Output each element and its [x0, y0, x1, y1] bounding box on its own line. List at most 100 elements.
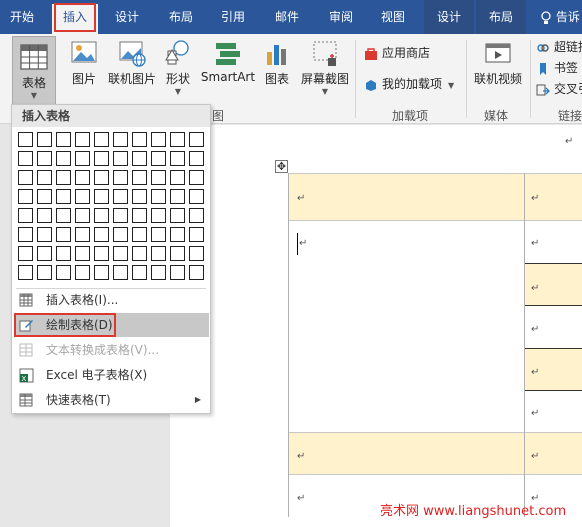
- grid-cell[interactable]: [113, 227, 128, 242]
- grid-cell[interactable]: [94, 208, 109, 223]
- grid-cell[interactable]: [75, 189, 90, 204]
- menu-item-excel-spreadsheet[interactable]: X Excel 电子表格(X): [14, 363, 209, 387]
- picture-button[interactable]: 图片: [66, 38, 102, 87]
- grid-cell[interactable]: [37, 208, 52, 223]
- online-picture-button[interactable]: 联机图片: [106, 38, 158, 87]
- hyperlink-button[interactable]: 超链接: [536, 37, 582, 57]
- grid-cell[interactable]: [56, 246, 71, 261]
- grid-cell[interactable]: [75, 208, 90, 223]
- screenshot-button[interactable]: 屏幕截图 ▼: [298, 38, 352, 96]
- document-table[interactable]: [288, 173, 582, 517]
- grid-cell[interactable]: [37, 189, 52, 204]
- menu-item-quick-tables[interactable]: 快速表格(T) ▶: [14, 388, 209, 412]
- grid-cell[interactable]: [151, 189, 166, 204]
- grid-cell[interactable]: [189, 132, 204, 147]
- tab-table-layout[interactable]: 布局: [476, 0, 526, 34]
- grid-cell[interactable]: [132, 227, 147, 242]
- grid-cell[interactable]: [75, 170, 90, 185]
- grid-cell[interactable]: [170, 132, 185, 147]
- grid-cell[interactable]: [189, 151, 204, 166]
- grid-cell[interactable]: [56, 227, 71, 242]
- grid-cell[interactable]: [170, 170, 185, 185]
- my-addins-button[interactable]: 我的加载项 ▼: [364, 74, 454, 94]
- grid-cell[interactable]: [151, 208, 166, 223]
- grid-cell[interactable]: [94, 246, 109, 261]
- grid-cell[interactable]: [132, 189, 147, 204]
- grid-cell[interactable]: [75, 151, 90, 166]
- grid-cell[interactable]: [170, 246, 185, 261]
- tab-insert[interactable]: 插入: [52, 3, 98, 34]
- grid-cell[interactable]: [18, 132, 33, 147]
- grid-cell[interactable]: [94, 132, 109, 147]
- grid-cell[interactable]: [37, 170, 52, 185]
- grid-cell[interactable]: [37, 246, 52, 261]
- grid-cell[interactable]: [56, 151, 71, 166]
- grid-cell[interactable]: [132, 151, 147, 166]
- grid-cell[interactable]: [170, 151, 185, 166]
- grid-cell[interactable]: [18, 151, 33, 166]
- grid-cell[interactable]: [189, 189, 204, 204]
- grid-cell[interactable]: [18, 189, 33, 204]
- grid-cell[interactable]: [170, 208, 185, 223]
- grid-cell[interactable]: [189, 265, 204, 280]
- grid-cell[interactable]: [75, 227, 90, 242]
- grid-cell[interactable]: [75, 246, 90, 261]
- cross-reference-button[interactable]: 交叉引: [536, 79, 582, 99]
- grid-cell[interactable]: [37, 265, 52, 280]
- grid-cell[interactable]: [170, 265, 185, 280]
- grid-cell[interactable]: [132, 208, 147, 223]
- grid-cell[interactable]: [37, 151, 52, 166]
- grid-cell[interactable]: [94, 227, 109, 242]
- grid-cell[interactable]: [132, 170, 147, 185]
- grid-cell[interactable]: [94, 170, 109, 185]
- smartart-button[interactable]: SmartArt: [200, 38, 256, 84]
- grid-cell[interactable]: [56, 170, 71, 185]
- grid-cell[interactable]: [151, 227, 166, 242]
- tab-table-design[interactable]: 设计: [424, 0, 474, 34]
- grid-cell[interactable]: [56, 189, 71, 204]
- store-button[interactable]: 应用商店: [364, 43, 430, 63]
- table-size-grid[interactable]: [18, 132, 208, 284]
- grid-cell[interactable]: [151, 246, 166, 261]
- grid-cell[interactable]: [56, 208, 71, 223]
- tab-review[interactable]: 审阅: [318, 0, 364, 34]
- grid-cell[interactable]: [37, 227, 52, 242]
- grid-cell[interactable]: [18, 227, 33, 242]
- grid-cell[interactable]: [151, 170, 166, 185]
- grid-cell[interactable]: [151, 265, 166, 280]
- menu-item-draw-table[interactable]: 绘制表格(D): [14, 313, 209, 337]
- tab-home[interactable]: 开始: [0, 0, 44, 34]
- shapes-button[interactable]: 形状 ▼: [160, 38, 196, 96]
- grid-cell[interactable]: [18, 170, 33, 185]
- grid-cell[interactable]: [132, 265, 147, 280]
- grid-cell[interactable]: [94, 265, 109, 280]
- tab-mailings[interactable]: 邮件: [264, 0, 310, 34]
- grid-cell[interactable]: [132, 246, 147, 261]
- grid-cell[interactable]: [170, 227, 185, 242]
- grid-cell[interactable]: [94, 151, 109, 166]
- grid-cell[interactable]: [37, 132, 52, 147]
- grid-cell[interactable]: [75, 265, 90, 280]
- menu-item-insert-table[interactable]: 插入表格(I)...: [14, 288, 209, 312]
- grid-cell[interactable]: [113, 208, 128, 223]
- tab-layout[interactable]: 布局: [158, 0, 204, 34]
- tab-design[interactable]: 设计: [104, 0, 150, 34]
- grid-cell[interactable]: [18, 265, 33, 280]
- grid-cell[interactable]: [94, 189, 109, 204]
- menu-item-text-to-table[interactable]: 文本转换成表格(V)...: [14, 338, 209, 362]
- bookmark-button[interactable]: 书签: [536, 58, 578, 78]
- grid-cell[interactable]: [170, 189, 185, 204]
- grid-cell[interactable]: [189, 208, 204, 223]
- tab-view[interactable]: 视图: [370, 0, 416, 34]
- grid-cell[interactable]: [113, 151, 128, 166]
- grid-cell[interactable]: [56, 132, 71, 147]
- grid-cell[interactable]: [113, 189, 128, 204]
- tab-references[interactable]: 引用: [210, 0, 256, 34]
- chart-button[interactable]: 图表: [260, 38, 294, 87]
- grid-cell[interactable]: [189, 170, 204, 185]
- grid-cell[interactable]: [113, 170, 128, 185]
- online-video-button[interactable]: 联机视频: [470, 38, 526, 87]
- grid-cell[interactable]: [113, 246, 128, 261]
- grid-cell[interactable]: [151, 132, 166, 147]
- grid-cell[interactable]: [18, 208, 33, 223]
